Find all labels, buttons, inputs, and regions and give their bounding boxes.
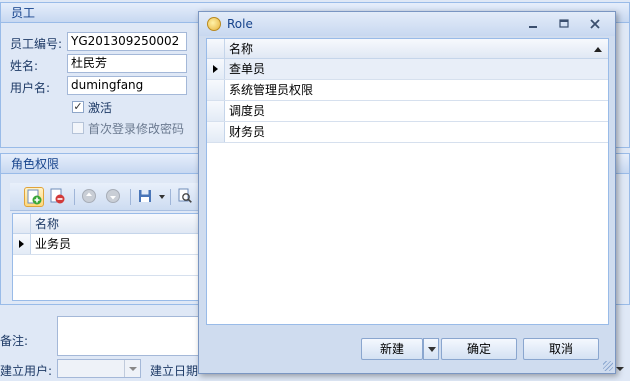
role-list-column-name[interactable]: 名称 — [226, 39, 253, 59]
toolbar-separator — [130, 189, 131, 205]
row-indicator — [207, 80, 225, 100]
first-login-checkbox[interactable] — [72, 122, 84, 134]
role-list-cell: 系统管理员权限 — [229, 83, 314, 97]
row-indicator — [207, 59, 225, 79]
remove-role-button[interactable] — [48, 187, 68, 207]
add-icon — [27, 189, 42, 205]
role-list-header: 名称 — [207, 39, 608, 59]
employee-id-field[interactable]: YG201309250002 — [67, 32, 187, 51]
minimize-icon — [529, 26, 537, 28]
table-row[interactable]: 调度员 — [207, 101, 608, 122]
maximize-icon — [559, 19, 569, 28]
new-role-button[interactable]: 新建 — [361, 338, 423, 360]
active-label: 激活 — [88, 101, 113, 115]
maximize-button[interactable] — [556, 17, 572, 31]
role-dialog: Role 名称 查单员 系统管理员权限 调度员 财务员 新建 确定 取消 — [198, 11, 616, 374]
row-indicator-header — [207, 39, 225, 58]
role-grid[interactable]: 名称 业务员 — [12, 213, 202, 301]
active-checkbox[interactable]: ✓ — [72, 101, 84, 113]
chevron-down-icon — [129, 367, 137, 371]
row-indicator-header — [13, 214, 31, 233]
role-list-cell: 查单员 — [229, 62, 266, 76]
role-list-grid[interactable]: 名称 查单员 系统管理员权限 调度员 财务员 — [206, 38, 609, 325]
minimize-button[interactable] — [525, 17, 541, 31]
toolbar-separator — [170, 189, 171, 205]
save-dropdown-arrow[interactable] — [159, 195, 165, 199]
close-icon — [590, 19, 600, 29]
cancel-button[interactable]: 取消 — [523, 338, 599, 360]
role-toolbar — [10, 183, 200, 211]
first-login-label: 首次登录修改密码 — [88, 122, 185, 136]
role-dialog-title: Role — [227, 17, 253, 31]
current-row-arrow-icon — [19, 240, 24, 248]
find-button[interactable] — [176, 187, 196, 207]
remove-icon — [50, 188, 65, 204]
username-label: 用户名: — [10, 81, 51, 95]
sort-ascending-icon[interactable] — [594, 47, 602, 52]
name-field[interactable]: 杜民芳 — [67, 54, 187, 73]
toolbar-separator — [74, 189, 75, 205]
row-indicator — [207, 101, 225, 121]
arrow-down-icon — [106, 189, 120, 203]
table-row[interactable]: 查单员 — [207, 59, 608, 80]
name-label: 姓名: — [10, 59, 39, 73]
table-row[interactable]: 业务员 — [13, 234, 201, 255]
role-list-cell: 调度员 — [229, 104, 266, 118]
row-indicator — [207, 122, 225, 142]
role-dialog-titlebar[interactable]: Role — [199, 12, 615, 36]
search-icon — [178, 188, 192, 203]
add-role-button[interactable] — [24, 187, 44, 207]
table-row-empty — [13, 255, 201, 276]
current-row-arrow-icon — [213, 65, 218, 73]
created-user-label: 建立用户: — [0, 364, 53, 378]
move-down-button[interactable] — [104, 187, 124, 207]
created-date-label: 建立日期 — [150, 364, 199, 378]
created-user-dropdown[interactable] — [124, 360, 140, 377]
move-up-button[interactable] — [80, 187, 100, 207]
role-grid-header: 名称 — [13, 214, 201, 234]
resize-grip-icon[interactable] — [603, 361, 613, 371]
row-indicator — [13, 234, 31, 254]
role-grid-column-name[interactable]: 名称 — [32, 214, 59, 234]
ok-button[interactable]: 确定 — [441, 338, 517, 360]
chevron-down-icon — [616, 367, 624, 371]
close-button[interactable] — [587, 17, 603, 31]
role-grid-cell: 业务员 — [35, 237, 72, 251]
save-button[interactable] — [136, 187, 156, 207]
username-field[interactable]: dumingfang — [67, 76, 187, 95]
chevron-down-icon — [428, 347, 436, 352]
remark-label: 备注: — [0, 334, 29, 348]
table-row[interactable]: 财务员 — [207, 122, 608, 143]
arrow-up-icon — [82, 189, 96, 203]
app-icon — [207, 17, 221, 31]
table-row[interactable]: 系统管理员权限 — [207, 80, 608, 101]
floppy-icon — [139, 190, 151, 202]
role-list-cell: 财务员 — [229, 125, 266, 139]
new-role-dropdown[interactable] — [423, 338, 439, 360]
employee-id-label: 员工编号: — [10, 37, 63, 51]
remark-field[interactable] — [57, 316, 202, 356]
